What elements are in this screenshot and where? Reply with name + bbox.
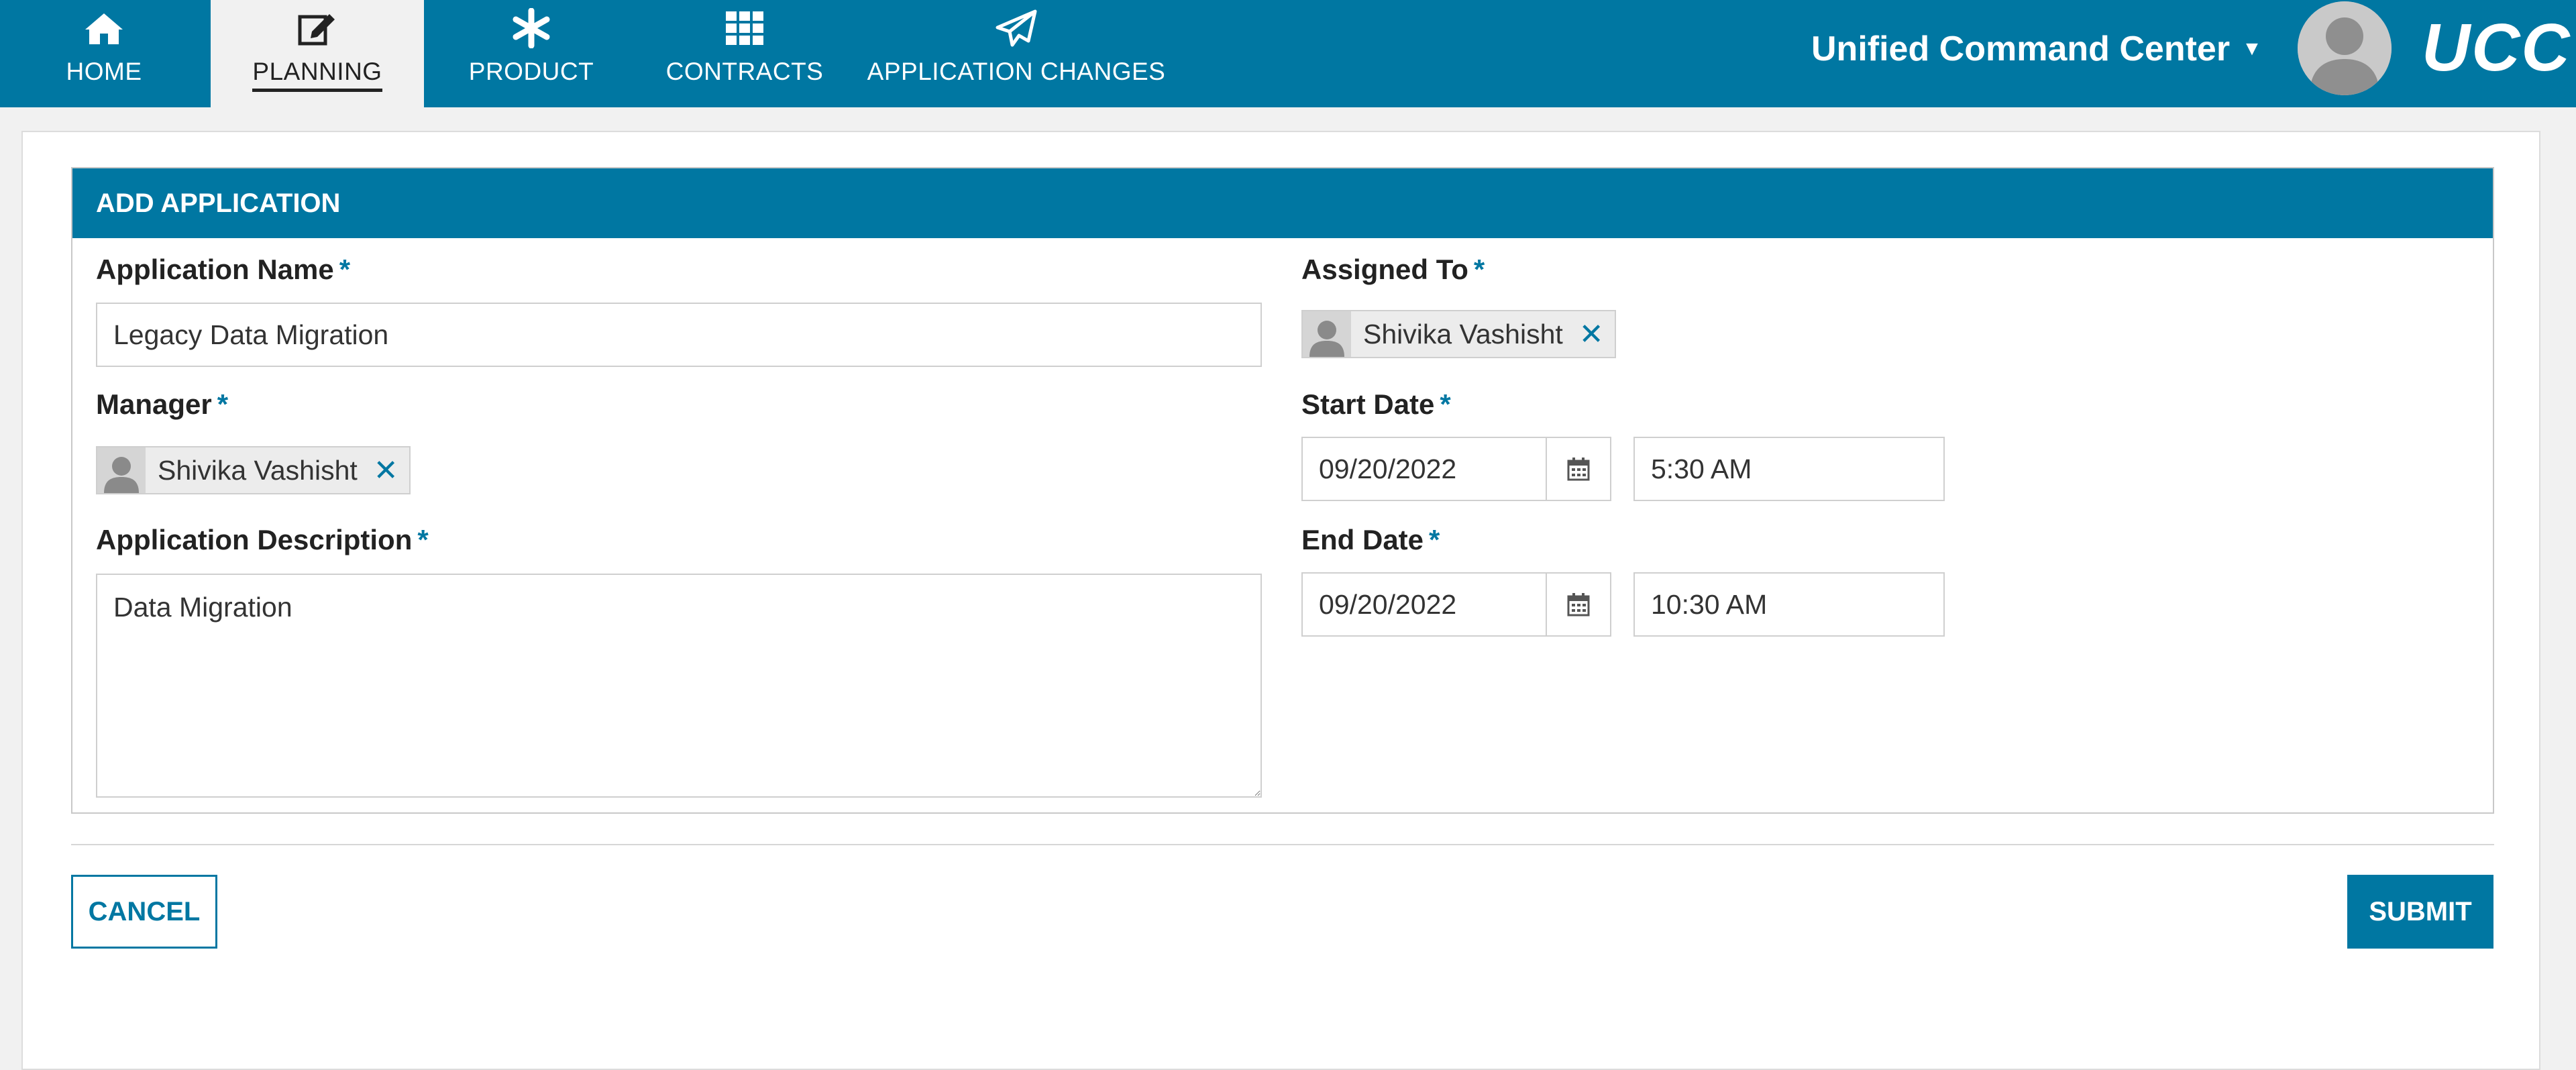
application-name-input[interactable] [96,303,1262,367]
brand-menu-label: Unified Command Center [1811,30,2231,68]
required-mark: * [417,524,429,555]
user-avatar[interactable] [2298,1,2392,95]
start-date-calendar-button[interactable] [1546,437,1611,501]
nav-tab-label: PLANNING [252,58,382,92]
remove-manager-icon[interactable]: ✕ [374,453,398,488]
content-card: ADD APPLICATION Application Name* Manage… [21,131,2540,1070]
nav-tab-product[interactable]: PRODUCT [451,0,612,107]
home-icon [84,8,124,48]
nav-tab-home[interactable]: HOME [27,0,181,107]
nav-tab-contracts[interactable]: CONTRACTS [664,0,825,107]
assigned-to-label-text: Assigned To [1301,254,1468,285]
nav-tab-label: PRODUCT [468,58,594,85]
assigned-to-label: Assigned To * [1301,254,1485,286]
nav-tab-label: HOME [66,58,142,85]
manager-label: Manager * [96,388,228,421]
description-label-text: Application Description [96,524,413,555]
caret-down-icon: ▼ [2242,38,2262,60]
end-date-label-text: End Date [1301,524,1424,555]
end-date-calendar-button[interactable] [1546,572,1611,637]
required-mark: * [1429,524,1440,555]
required-mark: * [1473,254,1485,285]
start-time-input[interactable] [1633,437,1945,501]
start-date-input[interactable] [1301,437,1547,501]
submit-button[interactable]: SUBMIT [2347,875,2493,949]
add-application-panel: ADD APPLICATION Application Name* Manage… [71,167,2494,814]
person-avatar-icon [1303,311,1351,357]
start-date-label: Start Date * [1301,388,1451,421]
top-nav-bar: HOME PLANNING PRODUCT CONTRACTS APPLICAT… [0,0,2576,107]
manager-label-text: Manager [96,388,212,420]
brand-logo: UCC [2422,10,2571,85]
panel-title: ADD APPLICATION [72,168,2493,238]
cancel-button[interactable]: CANCEL [71,875,217,949]
calendar-icon [1567,593,1590,617]
start-date-label-text: Start Date [1301,388,1435,420]
nav-tab-application-changes[interactable]: APPLICATION CHANGES [865,0,1167,107]
nav-tab-planning[interactable]: PLANNING [211,0,424,107]
assigned-to-name: Shivika Vashisht [1363,318,1563,350]
brand-dropdown-menu[interactable]: Unified Command Center ▼ [1811,25,2262,72]
application-description-textarea[interactable]: Data Migration [96,574,1262,798]
remove-assignee-icon[interactable]: ✕ [1579,317,1604,352]
application-name-label: Application Name * [96,254,350,286]
end-date-input[interactable] [1301,572,1547,637]
asterisk-icon [511,8,551,48]
edit-icon [297,8,337,48]
person-avatar-icon [97,447,146,493]
nav-tab-label: CONTRACTS [665,58,824,85]
manager-name: Shivika Vashisht [158,454,358,486]
required-mark: * [217,388,229,420]
calendar-icon [1567,458,1590,481]
assigned-to-chip: Shivika Vashisht ✕ [1301,310,1616,358]
end-date-label: End Date * [1301,524,1440,556]
user-silhouette-icon [2298,1,2392,95]
nav-tab-label: APPLICATION CHANGES [867,58,1166,85]
divider [71,844,2494,845]
required-mark: * [1440,388,1451,420]
description-label: Application Description * [96,524,429,556]
end-time-input[interactable] [1633,572,1945,637]
application-name-label-text: Application Name [96,254,334,285]
paper-plane-icon [995,8,1038,48]
required-mark: * [339,254,351,285]
manager-chip: Shivika Vashisht ✕ [96,446,411,494]
grid-icon [724,8,765,48]
